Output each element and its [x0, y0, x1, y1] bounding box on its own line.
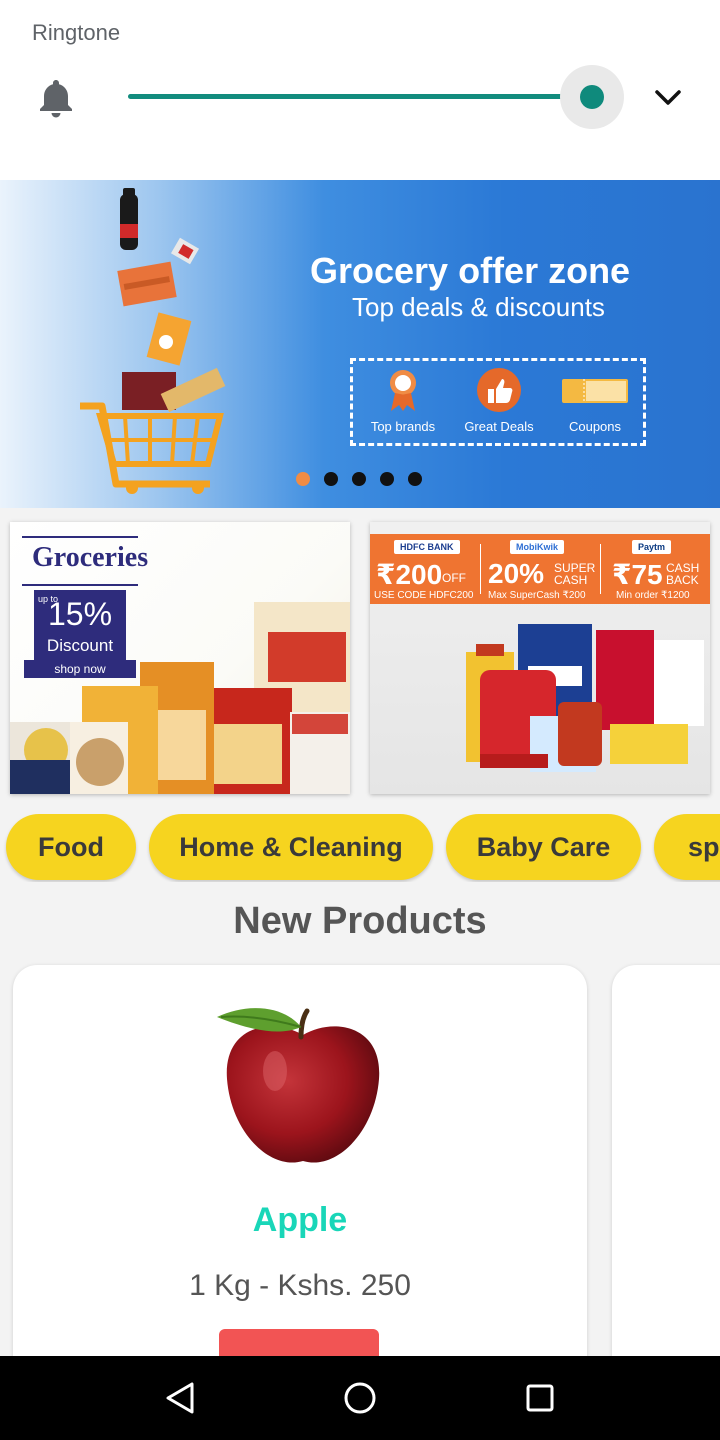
offer-suffix: OFF — [442, 571, 466, 585]
hero-title: Grocery offer zone — [310, 250, 631, 291]
groceries-divider — [22, 584, 138, 586]
apple-image — [217, 1008, 380, 1163]
volume-slider-fill — [128, 94, 592, 99]
groceries-title: Groceries — [32, 542, 149, 573]
offer-amount: 20% — [488, 558, 545, 589]
offer-amount: ₹75 — [612, 559, 663, 590]
hero-feature-top-brands: Top brands — [355, 367, 451, 434]
section-title-new-products: New Products — [233, 900, 487, 942]
coupon-icon — [562, 379, 628, 403]
offer-mobikwik: MobiKwik 20% SUPER CASH Max SuperCash ₹2… — [482, 534, 596, 604]
bank-offers-promo-card[interactable]: HDFC BANK ₹200 OFF USE CODE HDFC200 Mobi… — [370, 522, 710, 794]
category-chip-home-cleaning[interactable]: Home & Cleaning — [149, 814, 433, 880]
branded-products-image — [466, 624, 704, 772]
carousel-dot[interactable] — [324, 472, 338, 486]
offer-note: USE CODE HDFC200 — [374, 590, 474, 601]
volume-panel: Ringtone — [0, 0, 720, 180]
hero-subtitle: Top deals & discounts — [352, 292, 605, 322]
recents-icon[interactable] — [518, 1376, 562, 1420]
discount-label: Discount — [46, 636, 114, 655]
product-name: Apple — [252, 1201, 348, 1239]
shop-now-link[interactable]: shop now — [24, 660, 136, 678]
groceries-promo-card[interactable]: Groceries up to 15% Discount shop now — [10, 522, 350, 794]
hero-features-box: Top brands Great Deals Coupons — [350, 358, 646, 446]
offer-suffix: SUPER CASH — [554, 561, 596, 587]
offer-separator — [480, 544, 481, 594]
carousel-dot[interactable] — [380, 472, 394, 486]
shopping-cart-illustration — [80, 188, 226, 494]
offer-amount: ₹200 — [376, 559, 443, 590]
carousel-dot[interactable] — [296, 472, 310, 486]
product-price: 1 Kg - Kshs. 250 — [189, 1269, 411, 1302]
hero-banner[interactable]: Grocery offer zone Top deals & discounts… — [0, 180, 720, 508]
offer-bank-tag: HDFC BANK — [394, 540, 460, 554]
offer-hdfc: HDFC BANK ₹200 OFF USE CODE HDFC200 — [370, 534, 478, 604]
product-card[interactable]: Apple 1 Kg - Kshs. 250 — [13, 965, 587, 1385]
groceries-divider — [22, 536, 138, 538]
offers-band: HDFC BANK ₹200 OFF USE CODE HDFC200 Mobi… — [370, 534, 710, 604]
product-card-next[interactable] — [612, 965, 720, 1385]
offer-note: Max SuperCash ₹200 — [488, 590, 586, 601]
volume-stream-label: Ringtone — [32, 20, 121, 45]
category-chip-baby-care[interactable]: Baby Care — [446, 814, 641, 880]
offer-separator — [600, 544, 601, 594]
offer-note: Min order ₹1200 — [616, 590, 690, 601]
bell-icon[interactable] — [36, 76, 76, 120]
category-chips: Food Home & Cleaning Baby Care sp — [0, 814, 720, 882]
offer-suffix: CASH BACK — [666, 561, 700, 587]
system-navigation-bar — [0, 1356, 720, 1440]
carousel-dot[interactable] — [352, 472, 366, 486]
home-icon[interactable] — [338, 1376, 382, 1420]
badge-icon — [390, 370, 416, 411]
category-chip-partial[interactable]: sp — [654, 814, 720, 880]
hero-feature-coupons: Coupons — [547, 367, 643, 434]
offer-bank-tag: MobiKwik — [510, 540, 564, 554]
thumbs-up-icon — [477, 368, 521, 412]
chevron-down-icon[interactable] — [652, 84, 684, 112]
hero-feature-label: Top brands — [370, 419, 436, 434]
carousel-dot[interactable] — [408, 472, 422, 486]
hero-feature-great-deals: Great Deals — [451, 367, 547, 434]
volume-slider-thumb[interactable] — [580, 85, 604, 109]
hero-feature-label: Great Deals — [464, 419, 534, 434]
category-chip-food[interactable]: Food — [6, 814, 136, 880]
carousel-indicator[interactable] — [296, 472, 422, 486]
back-icon[interactable] — [158, 1376, 202, 1420]
discount-percent: 15% — [47, 596, 113, 632]
offer-bank-tag: Paytm — [632, 540, 672, 554]
offer-paytm: Paytm ₹75 CASH BACK Min order ₹1200 — [602, 534, 710, 604]
hero-feature-label: Coupons — [568, 419, 622, 434]
volume-slider[interactable] — [128, 94, 592, 99]
